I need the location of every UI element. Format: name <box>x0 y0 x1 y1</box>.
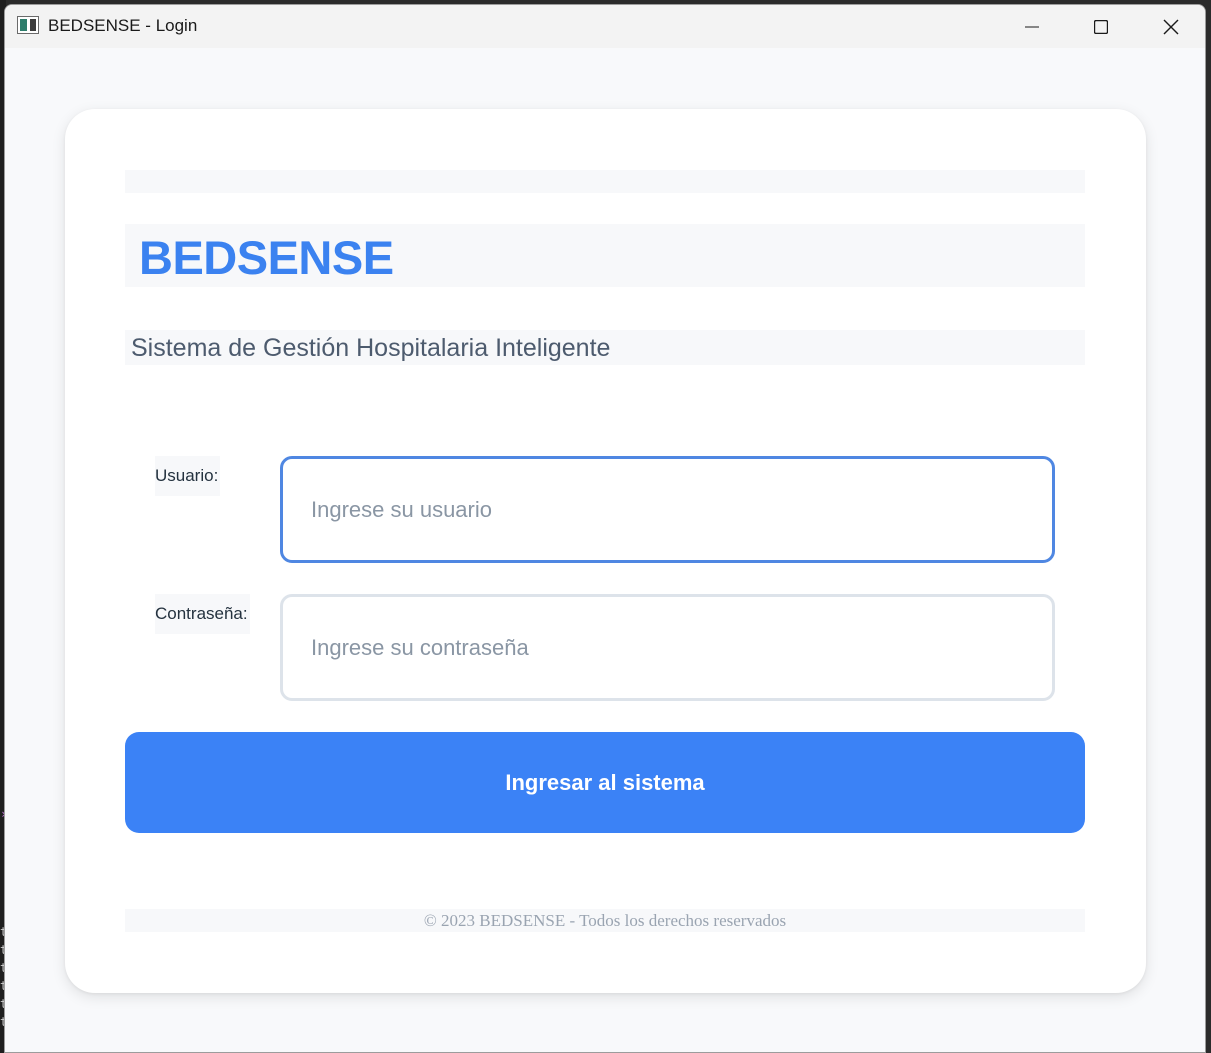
minimize-button[interactable] <box>997 5 1067 48</box>
brand-title: BEDSENSE <box>139 231 394 284</box>
login-button[interactable]: Ingresar al sistema <box>125 732 1085 833</box>
header-spacer <box>125 170 1085 193</box>
app-window-icon <box>17 16 39 34</box>
username-placeholder: Ingrese su usuario <box>311 496 492 522</box>
subtitle-container: Sistema de Gestión Hospitalaria Intelige… <box>125 330 1085 365</box>
password-placeholder: Ingrese su contraseña <box>311 634 529 660</box>
close-icon <box>1163 19 1179 34</box>
login-button-label: Ingresar al sistema <box>505 769 705 795</box>
footer: © 2023 BEDSENSE - Todos los derechos res… <box>125 909 1085 932</box>
window-title: BEDSENSE - Login <box>48 16 198 35</box>
login-card: BEDSENSE Sistema de Gestión Hospitalaria… <box>65 109 1146 993</box>
subtitle: Sistema de Gestión Hospitalaria Intelige… <box>131 334 611 362</box>
copyright-text: © 2023 BEDSENSE - Todos los derechos res… <box>423 911 787 930</box>
minimize-icon <box>1025 26 1039 27</box>
brand-container: BEDSENSE <box>125 224 1085 287</box>
password-label: Contraseña: <box>155 594 250 634</box>
maximize-button[interactable] <box>1066 5 1136 48</box>
username-input[interactable]: Ingrese su usuario <box>280 456 1055 563</box>
maximize-icon <box>1094 19 1108 34</box>
username-label: Usuario: <box>155 456 220 496</box>
title-bar[interactable]: BEDSENSE - Login <box>5 5 1205 48</box>
password-input[interactable]: Ingrese su contraseña <box>280 594 1055 701</box>
close-button[interactable] <box>1136 5 1205 48</box>
login-window: BEDSENSE - Login BEDSENSE Sistema de Ges… <box>4 4 1206 1053</box>
